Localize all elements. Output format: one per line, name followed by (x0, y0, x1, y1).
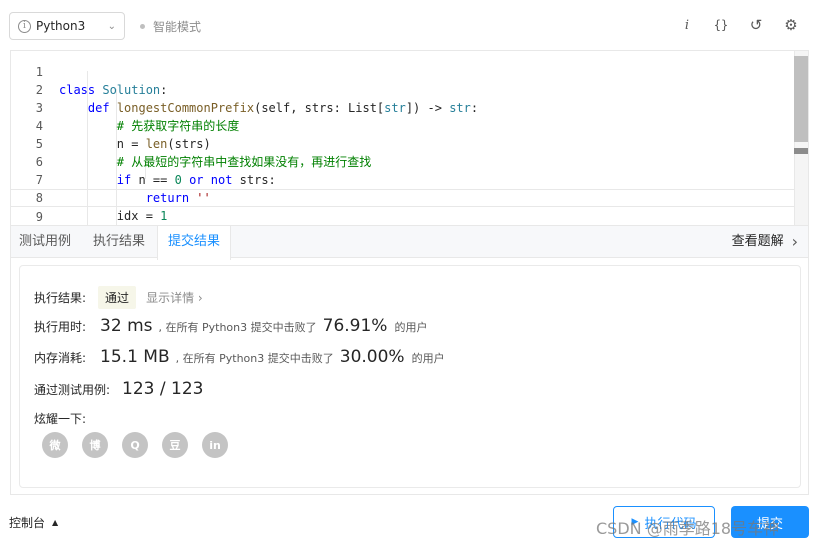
runtime-label: 执行用时: (34, 320, 87, 334)
runtime-percent: 76.91% (322, 316, 388, 336)
tab-run-result[interactable]: 执行结果 (93, 226, 145, 258)
douban-icon[interactable]: 豆 (162, 432, 188, 458)
language-select[interactable]: i Python3 ⌄ (9, 12, 125, 40)
code-line: 5 # 从最短的字符串中查找如果没有，再进行查找 (35, 137, 372, 169)
run-code-button[interactable]: ▶ 执行代码 (613, 506, 715, 538)
submission-result-card: 执行结果: 通过 显示详情 › 执行用时: 32 ms , 在所有 Python… (19, 265, 801, 488)
code-line: 3 # 先获取字符串的长度 (35, 101, 240, 133)
tab-test-case[interactable]: 测试用例 (19, 226, 71, 258)
code-line: 4 n = len(strs) (35, 119, 211, 151)
scrollbar-thumb[interactable] (794, 56, 808, 142)
smart-mode-label: 智能模式 (153, 20, 202, 34)
smart-mode-toggle[interactable]: 智能模式 (140, 18, 201, 35)
memory-percent: 30.00% (339, 347, 405, 367)
tests-value: 123 / 123 (122, 379, 204, 399)
result-tabs: 测试用例 执行结果 提交结果 查看题解 › (10, 225, 809, 260)
code-editor[interactable]: 1 class Solution: 2 def longestCommonPre… (10, 50, 809, 225)
code-line: 8 idx = 1 (35, 191, 168, 223)
runtime-suffix: 的用户 (394, 321, 428, 334)
qq-icon[interactable]: Q (122, 432, 148, 458)
info-italic-icon[interactable]: i (677, 15, 697, 35)
tab-submit-result[interactable]: 提交结果 (157, 226, 232, 260)
status-dot (140, 24, 145, 29)
status-badge: 通过 (98, 286, 137, 309)
code-line: 6 if n == 0 or not strs: (35, 155, 276, 187)
braces-icon[interactable]: {} (711, 15, 731, 35)
play-icon: ▶ (631, 517, 639, 527)
submit-button[interactable]: 提交 (731, 506, 809, 538)
share-buttons: 微 博 Q 豆 in (42, 432, 242, 458)
run-code-label: 执行代码 (644, 516, 697, 532)
info-icon: i (18, 19, 31, 33)
runtime-value: 32 ms (100, 316, 153, 336)
memory-suffix: 的用户 (411, 352, 445, 365)
vertical-scrollbar[interactable] (794, 51, 808, 225)
view-solution-label: 查看题解 (731, 234, 784, 249)
reset-icon[interactable]: ↺ (746, 15, 766, 35)
wechat-icon[interactable]: 微 (42, 432, 68, 458)
share-label: 炫耀一下: (34, 412, 87, 426)
settings-icon[interactable]: ⚙ (781, 15, 801, 35)
runtime-text: , 在所有 Python3 提交中击败了 (158, 321, 317, 334)
console-toggle[interactable]: 控制台 ▲ (9, 514, 58, 531)
caret-up-icon: ▲ (52, 518, 59, 527)
code-line: 2 def longestCommonPrefix(self, strs: Li… (35, 83, 479, 115)
code-line-active: 9 frist = strs[0] (11, 189, 794, 224)
exec-result-label: 执行结果: (34, 291, 87, 305)
tests-label: 通过测试用例: (34, 383, 111, 397)
memory-text: , 在所有 Python3 提交中击败了 (175, 352, 334, 365)
weibo-icon[interactable]: 博 (82, 432, 108, 458)
code-line: 7 return '' (35, 173, 211, 205)
memory-label: 内存消耗: (34, 351, 87, 365)
chevron-down-icon: ⌄ (107, 20, 116, 32)
chevron-right-icon: › (791, 232, 798, 251)
editor-toolbar: i Python3 ⌄ 智能模式 i {} ↺ ⚙ (0, 0, 825, 50)
console-label: 控制台 (9, 516, 46, 530)
code-line: 10 while idx < n: (11, 207, 794, 225)
view-solution-link[interactable]: 查看题解 › (732, 226, 798, 258)
language-label: Python3 (36, 19, 86, 33)
scrollbar-marker (794, 148, 808, 154)
result-panel: 执行结果: 通过 显示详情 › 执行用时: 32 ms , 在所有 Python… (10, 258, 809, 495)
show-details-link[interactable]: 显示详情 › (146, 289, 203, 306)
memory-value: 15.1 MB (100, 347, 170, 367)
code-line: 1 class Solution: (35, 65, 168, 97)
linkedin-icon[interactable]: in (202, 432, 228, 458)
